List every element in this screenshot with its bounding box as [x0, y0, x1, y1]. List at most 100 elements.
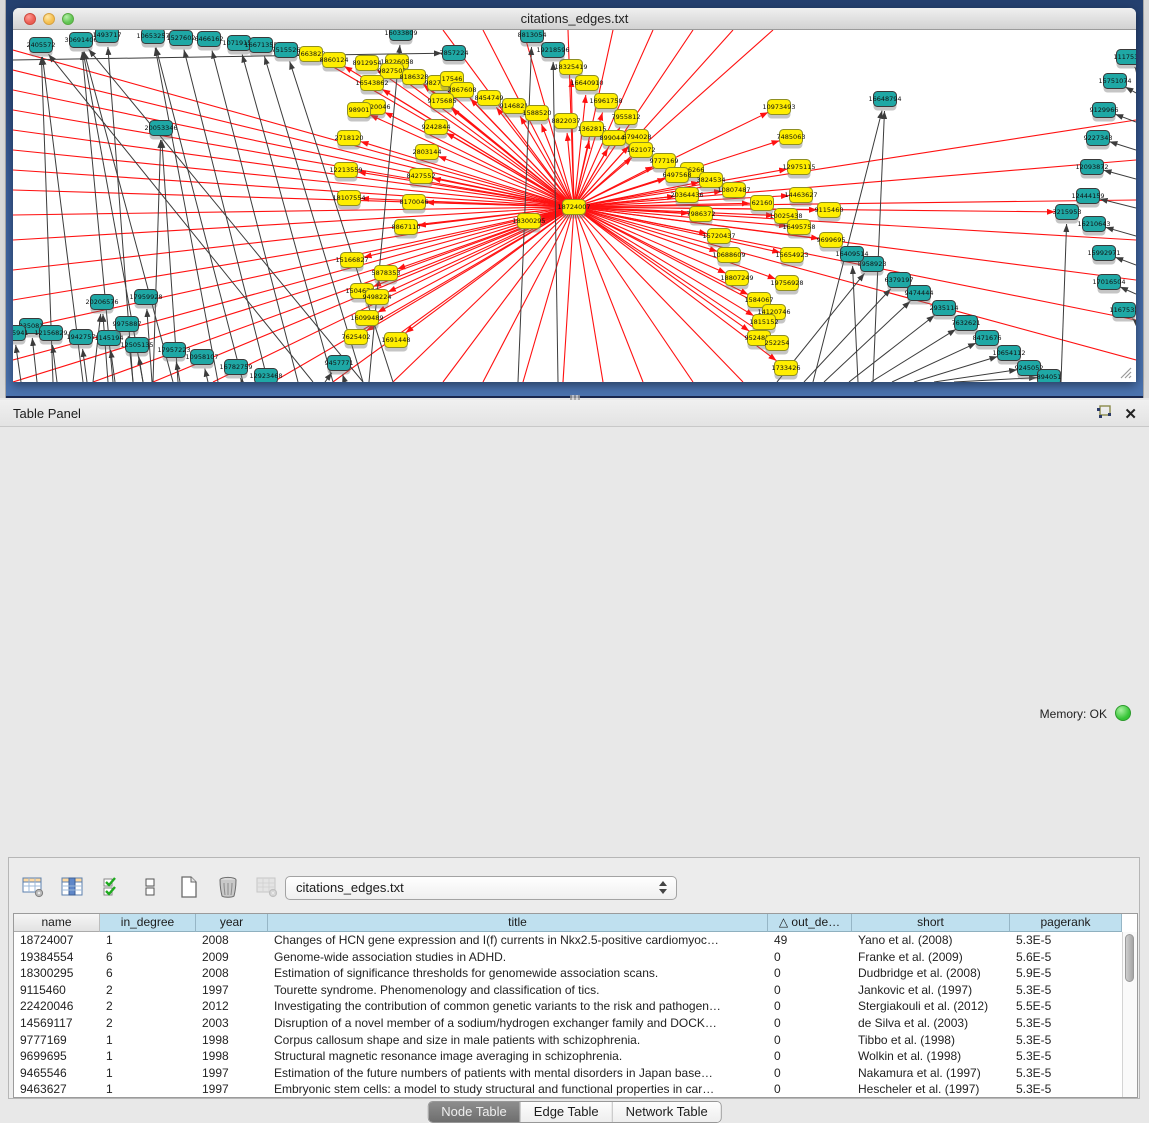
table-row[interactable]: 946362711997Embryonic stem cells: a mode…	[14, 1081, 1137, 1098]
table-cell[interactable]: 0	[768, 949, 852, 966]
table-cell[interactable]: Tibbo et al. (1998)	[852, 1032, 1010, 1049]
table-cell[interactable]: Estimation of the future numbers of pati…	[268, 1065, 768, 1082]
black-edge[interactable]	[1104, 170, 1136, 179]
column-header-title[interactable]: title	[268, 914, 768, 932]
column-header-year[interactable]: year	[196, 914, 268, 932]
table-cell[interactable]: 1998	[196, 1048, 268, 1065]
network-canvas[interactable]: 1872400776638228860124891295418226058982…	[13, 30, 1136, 382]
table-cell[interactable]: 14569117	[14, 1015, 100, 1032]
graph-node-yellow[interactable]: 9242844	[422, 120, 451, 139]
black-edge[interactable]	[1115, 257, 1136, 265]
graph-node-teal[interactable]: 2405572	[27, 38, 56, 57]
graph-node-teal[interactable]: 15992971	[1087, 246, 1120, 265]
black-edge[interactable]	[343, 374, 345, 382]
graph-node-yellow[interactable]: 8427552	[407, 169, 436, 188]
table-cell[interactable]: 5.3E-5	[1010, 1065, 1122, 1082]
table-cell[interactable]: 0	[768, 1032, 852, 1049]
graph-node-teal[interactable]: 16033809	[384, 30, 417, 45]
black-edge[interactable]	[914, 357, 998, 382]
table-row[interactable]: 1830029562008Estimation of significance …	[14, 965, 1137, 982]
black-edge[interactable]	[155, 48, 218, 382]
graph-node-teal[interactable]: 12505135	[120, 338, 153, 357]
table-cell[interactable]: 5.3E-5	[1010, 1048, 1122, 1065]
red-edge[interactable]	[13, 207, 574, 300]
graph-node-teal[interactable]: 1117534	[1114, 50, 1136, 69]
table-cell[interactable]: 2003	[196, 1015, 268, 1032]
network-view-window[interactable]: citations_edges.txt 18724007766382288601…	[13, 8, 1136, 382]
graph-node-teal[interactable]: 20206576	[85, 295, 118, 314]
table-cell[interactable]: Dudbridge et al. (2008)	[852, 965, 1010, 982]
table-cell[interactable]: 9465546	[14, 1065, 100, 1082]
graph-node-teal[interactable]: 1942757	[67, 330, 96, 349]
graph-node-teal[interactable]: 15751074	[1098, 74, 1131, 93]
black-edge[interactable]	[1125, 87, 1136, 93]
graph-node-yellow[interactable]: 16640910	[570, 76, 603, 95]
graph-node-teal[interactable]: 12923468	[249, 369, 282, 383]
black-edge[interactable]	[871, 329, 956, 382]
table-row[interactable]: 1938455462009Genome-wide association stu…	[14, 949, 1137, 966]
memory-status-led[interactable]	[1115, 705, 1131, 721]
graph-node-yellow[interactable]: 252254	[765, 336, 790, 355]
graph-node-teal[interactable]: 17016504	[1092, 275, 1125, 294]
graph-node-teal[interactable]: 20053346	[144, 121, 177, 140]
new-table-icon[interactable]	[176, 874, 202, 900]
black-edge[interactable]	[1106, 227, 1136, 236]
black-edge[interactable]	[1120, 287, 1136, 294]
graph-node-yellow[interactable]: 8860124	[320, 53, 349, 72]
graph-node-yellow[interactable]: 7955812	[612, 110, 641, 129]
table-row[interactable]: 911546021997Tourette syndrome. Phenomeno…	[14, 982, 1137, 999]
graph-node-teal[interactable]: 1167531	[1110, 303, 1136, 322]
table-cell[interactable]: 5.3E-5	[1010, 982, 1122, 999]
table-cell[interactable]: 1998	[196, 1032, 268, 1049]
black-edge[interactable]	[804, 289, 891, 382]
table-cell[interactable]: 0	[768, 965, 852, 982]
column-header-outde[interactable]: △ out_de…	[768, 914, 852, 932]
graph-node-teal[interactable]: 16210643	[1077, 217, 1110, 236]
graph-node-teal[interactable]: 894051	[1037, 370, 1062, 383]
graph-node-yellow[interactable]: 12213559	[329, 163, 362, 182]
graph-node-yellow[interactable]: 8170046	[400, 195, 429, 214]
black-edge[interactable]	[1061, 224, 1067, 382]
table-row[interactable]: 977716911998Corpus callosum shape and si…	[14, 1032, 1137, 1049]
graph-node-yellow[interactable]: 98901	[348, 103, 371, 122]
graph-node-yellow[interactable]: 19756928	[770, 276, 803, 295]
graph-node-yellow[interactable]: 1691448	[382, 333, 411, 352]
black-edge[interactable]	[369, 45, 400, 382]
table-cell[interactable]: 2	[100, 1015, 196, 1032]
graph-node-yellow[interactable]: 18107554	[332, 191, 365, 210]
black-edge[interactable]	[205, 369, 208, 382]
column-header-short[interactable]: short	[852, 914, 1010, 932]
table-cell[interactable]: Investigating the contribution of common…	[268, 998, 768, 1015]
table-cell[interactable]: 1997	[196, 1081, 268, 1098]
table-cell[interactable]: 5.3E-5	[1010, 932, 1122, 949]
table-cell[interactable]: 5.5E-5	[1010, 998, 1122, 1015]
table-cell[interactable]: 1	[100, 1048, 196, 1065]
black-edge[interactable]	[83, 349, 87, 382]
graph-node-yellow[interactable]: 20364436	[670, 188, 703, 207]
network-window-titlebar[interactable]: citations_edges.txt	[13, 8, 1136, 30]
table-cell[interactable]: 9699695	[14, 1048, 100, 1065]
graph-node-teal[interactable]: 3915941	[13, 326, 28, 345]
graph-node-yellow[interactable]: 15166827	[335, 253, 368, 272]
tab-edge-table[interactable]: Edge Table	[520, 1102, 612, 1122]
graph-node-teal[interactable]: 10958107	[185, 350, 218, 369]
table-cell[interactable]: 0	[768, 998, 852, 1015]
table-cell[interactable]: 9777169	[14, 1032, 100, 1049]
black-edge[interactable]	[824, 301, 910, 382]
graph-node-yellow[interactable]: 9175685	[428, 94, 457, 113]
table-cell[interactable]: Stergiakouli et al. (2012)	[852, 998, 1010, 1015]
table-cell[interactable]: Embryonic stem cells: a model to study s…	[268, 1081, 768, 1098]
graph-node-yellow[interactable]: 1733426	[772, 361, 801, 380]
table-cell[interactable]: 2012	[196, 998, 268, 1015]
table-cell[interactable]: Genome-wide association studies in ADHD.	[268, 949, 768, 966]
table-row[interactable]: 1872400712008Changes of HCN gene express…	[14, 932, 1137, 949]
table-cell[interactable]: Wolkin et al. (1998)	[852, 1048, 1010, 1065]
table-cell[interactable]: 1	[100, 1032, 196, 1049]
graph-node-teal[interactable]: 1493717	[93, 30, 122, 47]
table-cell[interactable]: 2008	[196, 965, 268, 982]
table-settings-icon[interactable]	[20, 874, 46, 900]
graph-node-teal[interactable]: 16648794	[868, 92, 901, 111]
graph-node-yellow[interactable]: 16495758	[782, 220, 815, 239]
rows-icon[interactable]	[137, 874, 163, 900]
graph-node-teal[interactable]: 19218596	[536, 43, 569, 62]
